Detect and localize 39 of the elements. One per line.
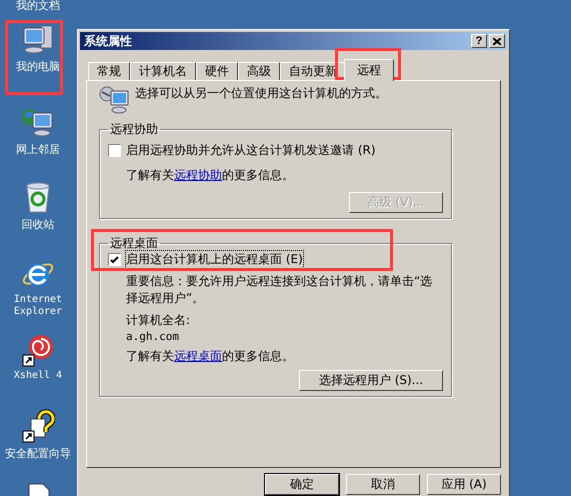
checkbox-label[interactable]: 启用远程协助并允许从这台计算机发送邀请 (R)	[126, 142, 376, 159]
desktop-icon-label[interactable]: 安全配置向导	[5, 446, 71, 461]
dialog-button[interactable]: 取消	[346, 474, 420, 495]
note-text: 重要信息：要允许用户远程连接到这台计算机，请单击“选择远程用户”。	[125, 273, 434, 307]
tab[interactable]: 高级	[238, 62, 280, 80]
help-button[interactable]: ?	[471, 34, 487, 48]
help-document-icon	[21, 409, 55, 443]
desktop-icon-label[interactable]: 我的文档	[16, 0, 60, 13]
dialog-button[interactable]: 确定	[265, 474, 339, 495]
checkbox[interactable]	[108, 144, 121, 157]
desktop-icon-label[interactable]: Xshell 4	[8, 370, 68, 382]
tab[interactable]: 计算机名	[130, 62, 196, 80]
info-text: 了解有关远程协助的更多信息。	[125, 167, 295, 184]
dialog-button[interactable]: 应用 (A)	[427, 474, 501, 495]
desktop-icon-label[interactable]: Internet Explorer	[8, 294, 68, 318]
close-button[interactable]	[489, 34, 505, 48]
computer-name-label: 计算机全名:	[125, 312, 192, 329]
group-title: 远程桌面	[109, 235, 159, 252]
computer-name-value: a.gh.com	[125, 330, 180, 343]
checkbox[interactable]	[108, 253, 121, 266]
highlight-frame	[335, 48, 401, 80]
help-link[interactable]: 远程桌面	[174, 349, 222, 363]
spiral-shortcut-icon	[21, 333, 55, 367]
close-icon	[493, 38, 501, 44]
select-users-button[interactable]: 选择远程用户 (S)...	[299, 370, 443, 391]
tab[interactable]: 自动更新	[280, 62, 346, 80]
intro-text: 选择可以从另一个位置使用这台计算机的方式。	[135, 85, 387, 102]
tab[interactable]: 常规	[88, 62, 130, 80]
group-title: 远程协助	[109, 121, 159, 138]
tab[interactable]: 远程	[344, 59, 394, 81]
desktop-icon-label[interactable]: 网上邻居	[16, 142, 60, 157]
remote-computer-icon	[99, 85, 131, 115]
window-title: 系统属性	[84, 32, 133, 50]
tab[interactable]: 硬件	[196, 62, 238, 80]
checkbox-label[interactable]: 启用这台计算机上的远程桌面 (E)	[126, 251, 303, 268]
desktop-icon-label[interactable]: 我的电脑	[16, 59, 60, 74]
help-link[interactable]: 远程协助	[174, 168, 222, 182]
desktop-icon-label[interactable]: 回收站	[22, 217, 54, 232]
info-text: 了解有关远程桌面的更多信息。	[125, 348, 295, 365]
